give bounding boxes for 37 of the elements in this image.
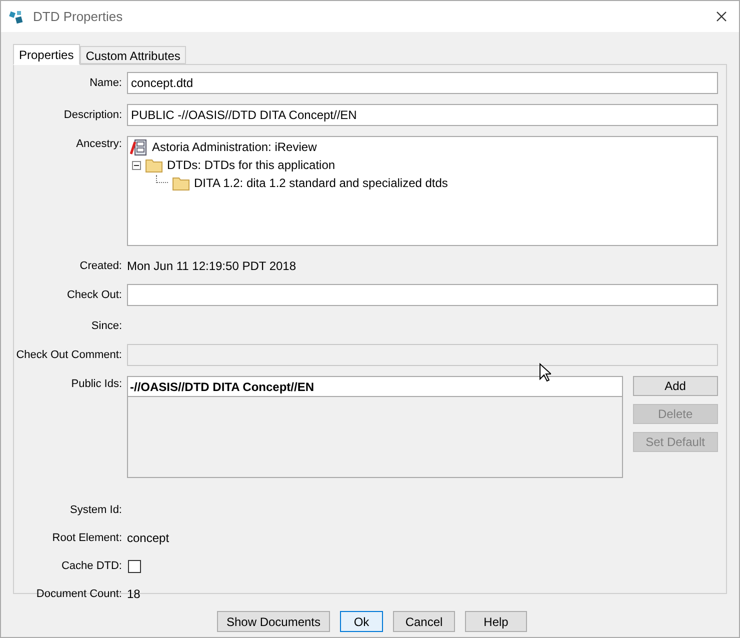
field-value: concept xyxy=(127,530,170,547)
tree-item[interactable]: Astoria Administration: iReview xyxy=(152,138,317,156)
field-label: Check Out Comment: xyxy=(15,348,123,363)
app-logo-icon xyxy=(9,10,25,24)
tree-item[interactable]: DTDs: DTDs for this application xyxy=(167,156,336,174)
field-value: Mon Jun 11 12:19:50 PDT 2018 xyxy=(127,258,296,275)
tab[interactable]: Custom Attributes xyxy=(80,46,186,64)
dialog-button[interactable]: Cancel xyxy=(393,611,455,632)
field-value: 18 xyxy=(127,586,140,603)
dialog-button[interactable]: Ok xyxy=(340,611,383,632)
field-label: Cache DTD: xyxy=(60,558,123,574)
tab[interactable]: Properties xyxy=(13,44,80,65)
dialog-button[interactable]: Help xyxy=(465,611,527,632)
field-label: System Id: xyxy=(69,502,123,518)
field-label: Name: xyxy=(88,76,123,91)
text-field[interactable] xyxy=(127,284,718,306)
field-label: Check Out: xyxy=(66,288,123,303)
list-button[interactable]: Add xyxy=(632,376,718,396)
tree-item[interactable]: DITA 1.2: dita 1.2 standard and specialized dtds xyxy=(194,174,448,192)
collapse-toggle[interactable] xyxy=(132,160,141,170)
checkbox[interactable] xyxy=(128,560,141,572)
folder-icon xyxy=(172,176,190,190)
mouse-cursor-icon xyxy=(539,363,551,382)
dialog-button[interactable]: Show Documents xyxy=(217,611,330,632)
text-field[interactable]: concept.dtd xyxy=(127,72,718,94)
close-icon[interactable] xyxy=(716,11,727,22)
field-label: Since: xyxy=(90,318,123,334)
field-label: Document Count: xyxy=(35,586,123,602)
field-label: Created: xyxy=(78,258,123,274)
folder-icon xyxy=(145,158,163,172)
list-item[interactable]: -//OASIS//DTD DITA Concept//EN xyxy=(128,377,622,397)
field-label: Root Element: xyxy=(51,530,123,546)
text-field[interactable]: PUBLIC -//OASIS//DTD DITA Concept//EN xyxy=(127,104,718,126)
field-label: Ancestry: xyxy=(75,137,123,152)
field-label: Description: xyxy=(62,108,123,123)
window-title: DTD Properties xyxy=(33,8,123,26)
field-label: Public Ids: xyxy=(70,377,123,392)
